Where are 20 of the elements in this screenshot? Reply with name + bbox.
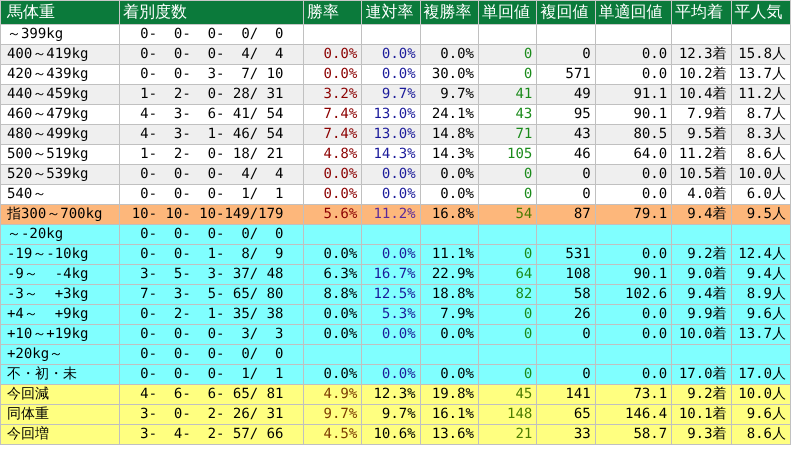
- column-header: 平人気: [731, 0, 790, 24]
- table-cell: 4.5%: [303, 424, 362, 444]
- table-cell: 13.6%: [420, 424, 478, 444]
- table-cell: 今回増: [0, 424, 120, 444]
- table-cell: 10.6%: [362, 424, 420, 444]
- table-cell: 21: [478, 424, 537, 444]
- column-header: 連対率: [362, 0, 420, 24]
- table-cell: 58.7: [595, 424, 672, 444]
- column-header: 単適回値: [595, 0, 672, 24]
- column-header: 平均着: [672, 0, 732, 24]
- column-header: 勝率: [303, 0, 362, 24]
- column-header: 馬体重: [0, 0, 120, 24]
- column-header: 複勝率: [420, 0, 478, 24]
- table-cell: 8.6人: [731, 424, 790, 444]
- column-header: 着別度数: [119, 0, 304, 24]
- table-cell: 9.3着: [672, 424, 732, 444]
- table-cell: 3- 4- 2- 57/ 66: [119, 424, 304, 444]
- column-header: 複回値: [536, 0, 596, 24]
- column-header: 単回値: [478, 0, 537, 24]
- table-cell: 33: [536, 424, 596, 444]
